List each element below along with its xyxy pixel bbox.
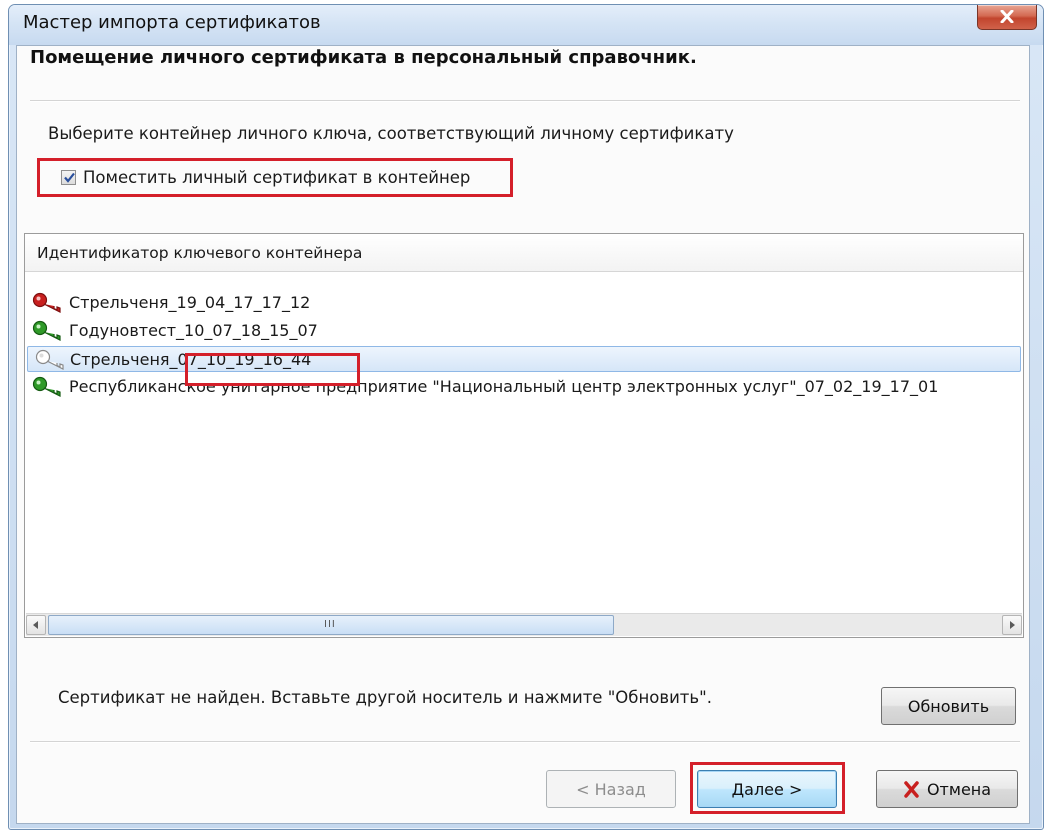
container-checkbox[interactable] — [61, 169, 76, 185]
green-key-icon — [32, 320, 61, 341]
container-checkbox-row[interactable]: Поместить личный сертификат в контейнер — [61, 162, 470, 192]
close-icon — [1000, 10, 1014, 23]
container-checkbox-label: Поместить личный сертификат в контейнер — [83, 167, 471, 187]
list-item-selected[interactable]: Стрельченя_07_10_19_16_44 — [27, 346, 1021, 372]
close-button[interactable] — [977, 5, 1037, 30]
footer-separator — [30, 741, 1020, 743]
page-title: Помещение личного сертификата в персонал… — [30, 47, 697, 68]
scroll-right-button[interactable] — [1002, 615, 1022, 635]
cancel-x-icon — [904, 780, 919, 798]
list-item-label: Стрельченя_19_04_17_17_12 — [69, 293, 311, 312]
list-item[interactable]: Годуновтест_10_07_18_15_07 — [25, 318, 1023, 344]
refresh-button[interactable]: Обновить — [881, 687, 1016, 725]
instruction-text: Выберите контейнер личного ключа, соотве… — [48, 124, 734, 143]
cancel-button-label: Отмена — [926, 779, 992, 799]
title-bar[interactable]: Мастер импорта сертификатов — [9, 5, 1043, 45]
arrow-right-icon — [1010, 621, 1015, 629]
column-header-label: Идентификатор ключевого контейнера — [37, 244, 363, 262]
list-item[interactable]: Республиканское унитарное предприятие "Н… — [25, 374, 1023, 400]
white-key-icon — [35, 349, 64, 370]
status-message: Сертификат не найден. Вставьте другой но… — [58, 688, 712, 707]
list-item-label: Годуновтест_10_07_18_15_07 — [69, 321, 318, 340]
back-button[interactable]: < Назад — [546, 770, 676, 808]
green-key-icon — [32, 376, 61, 397]
highlight-selected-suffix — [185, 353, 360, 386]
list-column-header[interactable]: Идентификатор ключевого контейнера — [25, 234, 1023, 272]
scroll-left-button[interactable] — [26, 615, 46, 635]
window-title: Мастер импорта сертификатов — [23, 12, 321, 33]
list-item[interactable]: Стрельченя_19_04_17_17_12 — [25, 290, 1023, 316]
checkmark-icon — [64, 172, 75, 183]
scroll-grip: III — [324, 619, 336, 630]
scroll-thumb[interactable]: III — [48, 615, 614, 635]
cancel-button[interactable]: Отмена — [876, 770, 1018, 808]
key-container-list[interactable]: Идентификатор ключевого контейнера Стрел… — [24, 233, 1024, 638]
header-separator — [30, 100, 1020, 102]
next-button[interactable]: Далее > — [697, 770, 837, 808]
arrow-left-icon — [33, 621, 38, 629]
red-key-icon — [32, 292, 61, 313]
horizontal-scrollbar[interactable]: III — [26, 613, 1022, 636]
